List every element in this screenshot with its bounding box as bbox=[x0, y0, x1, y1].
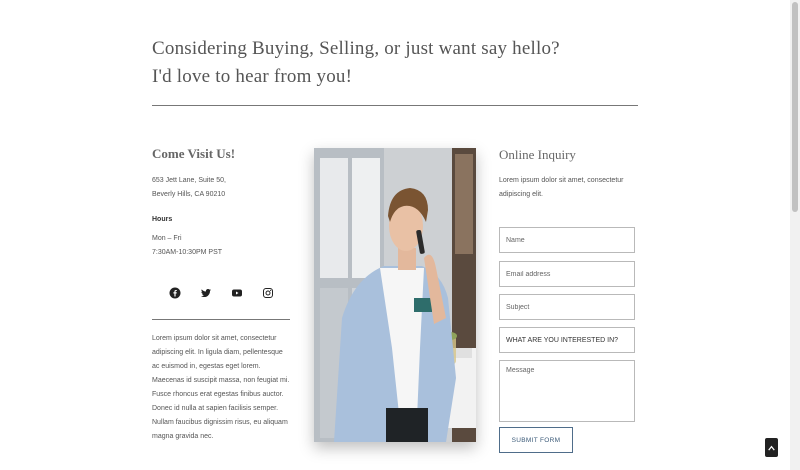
chevron-up-icon bbox=[768, 445, 775, 450]
address: 653 Jett Lane, Suite 50, Beverly Hills, … bbox=[152, 174, 226, 202]
agent-photo bbox=[314, 148, 476, 442]
message-field[interactable] bbox=[499, 360, 635, 422]
page-heading: Considering Buying, Selling, or just wan… bbox=[152, 35, 652, 91]
facebook-icon[interactable] bbox=[168, 286, 182, 300]
instagram-icon[interactable] bbox=[261, 286, 275, 300]
social-links bbox=[164, 286, 284, 302]
scrollbar-thumb[interactable] bbox=[792, 2, 798, 212]
interest-select[interactable]: WHAT ARE YOU INTERESTED IN? bbox=[499, 327, 635, 353]
divider bbox=[152, 319, 290, 320]
divider bbox=[152, 105, 638, 106]
hours: Mon – Fri 7:30AM-10:30PM PST bbox=[152, 232, 222, 260]
inquiry-text: Lorem ipsum dolor sit amet, consectetur … bbox=[499, 177, 624, 198]
address-line-1: 653 Jett Lane, Suite 50, bbox=[152, 177, 226, 184]
agent-photo-image bbox=[314, 148, 476, 442]
subject-field[interactable] bbox=[499, 294, 635, 320]
hours-time: 7:30AM-10:30PM PST bbox=[152, 249, 223, 256]
about-paragraph: Lorem ipsum dolor sit amet, consectetur … bbox=[152, 335, 290, 440]
twitter-icon[interactable] bbox=[199, 286, 213, 300]
visit-section: Come Visit Us! bbox=[152, 146, 292, 162]
interest-select-label: WHAT ARE YOU INTERESTED IN? bbox=[506, 336, 619, 344]
inquiry-title: Online Inquiry bbox=[499, 147, 576, 162]
heading-line-1: Considering Buying, Selling, or just wan… bbox=[152, 38, 560, 59]
name-field[interactable] bbox=[499, 227, 635, 253]
hours-days: Mon – Fri bbox=[152, 235, 182, 242]
visit-title: Come Visit Us! bbox=[152, 146, 236, 161]
youtube-icon[interactable] bbox=[230, 286, 244, 300]
address-line-2: Beverly Hills, CA 90210 bbox=[152, 191, 226, 198]
heading-line-2: I'd love to hear from you! bbox=[152, 66, 353, 87]
scroll-to-top-button[interactable] bbox=[765, 438, 778, 457]
email-field[interactable] bbox=[499, 261, 635, 287]
submit-button[interactable]: SUBMIT FORM bbox=[499, 427, 573, 453]
scrollbar[interactable] bbox=[790, 0, 800, 470]
hours-title: Hours bbox=[152, 216, 173, 223]
